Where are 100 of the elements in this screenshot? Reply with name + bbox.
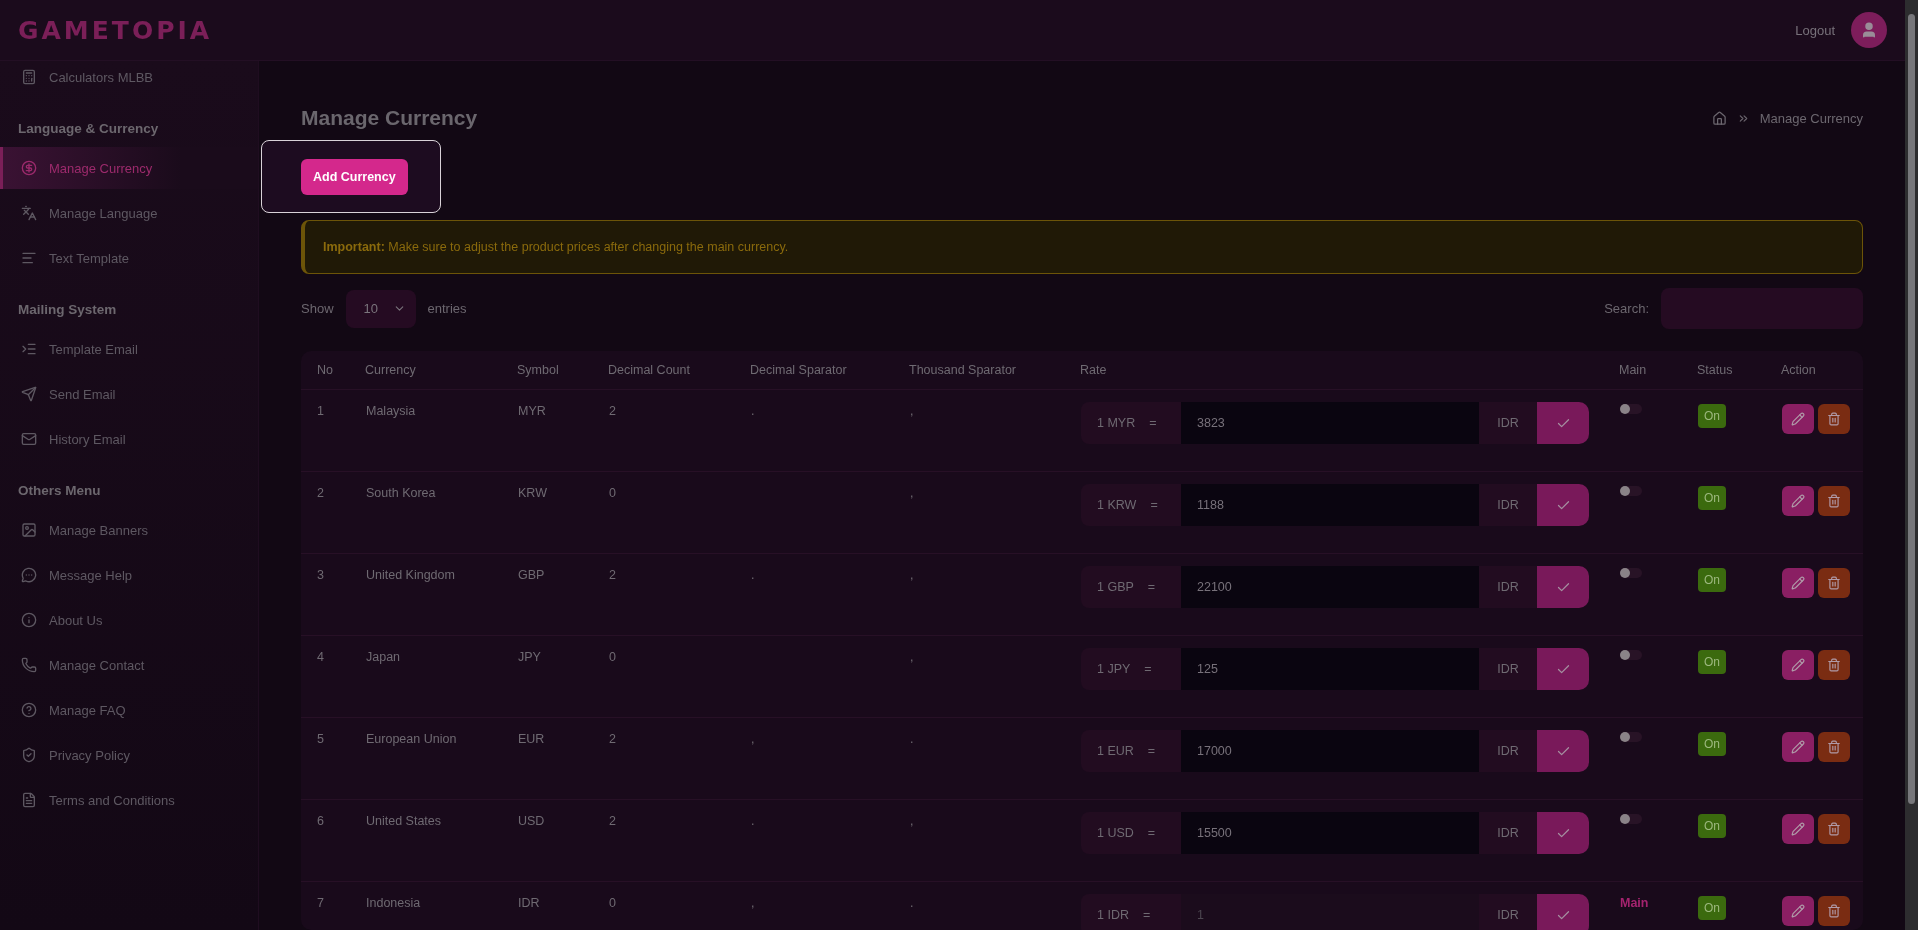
column-header: No <box>301 351 365 390</box>
target-currency: IDR <box>1479 402 1537 444</box>
pencil-icon <box>1791 576 1805 590</box>
edit-button[interactable] <box>1782 404 1814 434</box>
sidebar-item[interactable]: Manage Language <box>0 192 258 234</box>
sidebar-item[interactable]: Privacy Policy <box>0 734 258 776</box>
toggle-switch[interactable] <box>1620 486 1642 496</box>
column-header: Currency <box>365 351 517 390</box>
sidebar-item[interactable]: Template Email <box>0 328 258 370</box>
status-badge: On <box>1698 404 1726 428</box>
delete-button[interactable] <box>1818 404 1850 434</box>
delete-button[interactable] <box>1818 732 1850 762</box>
equals-sign: = <box>1149 416 1157 430</box>
trash-icon <box>1827 494 1841 508</box>
sidebar-item[interactable]: Text Template <box>0 237 258 279</box>
toggle-switch[interactable] <box>1620 650 1642 660</box>
sidebar-item[interactable]: Manage FAQ <box>0 689 258 731</box>
table-cell: 2 <box>608 717 750 800</box>
edit-button[interactable] <box>1782 568 1814 598</box>
target-currency: IDR <box>1479 894 1537 930</box>
edit-button[interactable] <box>1782 732 1814 762</box>
table-cell: KRW <box>517 471 608 554</box>
scrollbar[interactable] <box>1905 0 1918 930</box>
pencil-icon <box>1791 740 1805 754</box>
shield-icon <box>21 747 37 763</box>
user-avatar[interactable] <box>1851 12 1887 48</box>
rate-input[interactable]: 22100 <box>1181 566 1479 608</box>
pencil-icon <box>1791 822 1805 836</box>
edit-button[interactable] <box>1782 896 1814 926</box>
table-cell: 1 <box>301 389 365 472</box>
sidebar-item[interactable]: Send Email <box>0 373 258 415</box>
sidebar-item[interactable]: Calculators MLBB <box>0 61 258 98</box>
status-badge: On <box>1698 650 1726 674</box>
toggle-switch[interactable] <box>1620 814 1642 824</box>
sidebar-item[interactable]: Manage Contact <box>0 644 258 686</box>
delete-button[interactable] <box>1818 568 1850 598</box>
equals-sign: = <box>1144 662 1152 676</box>
table-cell: Japan <box>365 635 517 718</box>
target-currency: IDR <box>1479 566 1537 608</box>
toggle-switch[interactable] <box>1620 568 1642 578</box>
status-badge: On <box>1698 814 1726 838</box>
pencil-icon <box>1791 904 1805 918</box>
delete-button[interactable] <box>1818 814 1850 844</box>
table-cell: 4 <box>301 635 365 718</box>
page-size-select[interactable]: 10 <box>345 289 416 328</box>
table-cell: GBP <box>517 553 608 636</box>
toggle-switch[interactable] <box>1620 732 1642 742</box>
status-badge: On <box>1698 486 1726 510</box>
sidebar-item[interactable]: Manage Banners <box>0 509 258 551</box>
rate-unit: 1 MYR <box>1097 416 1136 430</box>
delete-button[interactable] <box>1818 486 1850 516</box>
logout-link[interactable]: Logout <box>1795 22 1835 38</box>
table-cell: , <box>750 717 909 800</box>
rate-input[interactable]: 3823 <box>1181 402 1479 444</box>
sidebar-item[interactable]: About Us <box>0 599 258 641</box>
rate-unit: 1 GBP <box>1097 580 1134 594</box>
toggle-switch[interactable] <box>1620 404 1642 414</box>
alert-message: Important: Make sure to adjust the product prices after changing the main currency. <box>301 220 1863 274</box>
sidebar-item[interactable]: Terms and Conditions <box>0 779 258 821</box>
sidebar-section-title: Others Menu <box>17 482 102 500</box>
table-cell: South Korea <box>365 471 517 554</box>
rate-unit: 1 EUR <box>1097 744 1134 758</box>
indent-list-icon <box>21 341 37 357</box>
table-cell: 0 <box>608 635 750 718</box>
table-cell: , <box>909 799 1080 882</box>
target-currency: IDR <box>1479 730 1537 772</box>
image-icon <box>21 522 37 538</box>
calculator-icon <box>21 69 37 85</box>
status-badge: On <box>1698 896 1726 920</box>
table-cell: United States <box>365 799 517 882</box>
rate-input[interactable]: 15500 <box>1181 812 1479 854</box>
add-currency-button[interactable]: Add Currency <box>301 158 408 195</box>
table-cell: European Union <box>365 717 517 800</box>
table-cell: 7 <box>301 881 365 930</box>
pencil-icon <box>1791 494 1805 508</box>
delete-button[interactable] <box>1818 650 1850 680</box>
rate-input[interactable]: 17000 <box>1181 730 1479 772</box>
sidebar-item[interactable]: Message Help <box>0 554 258 596</box>
phone-icon <box>21 657 37 673</box>
table-cell: United Kingdom <box>365 553 517 636</box>
rate-unit: 1 JPY <box>1097 662 1131 676</box>
home-icon[interactable] <box>1711 110 1727 126</box>
delete-button[interactable] <box>1818 896 1850 926</box>
equals-sign: = <box>1147 744 1156 758</box>
column-header: Rate <box>1080 351 1619 390</box>
table-cell: 5 <box>301 717 365 800</box>
table-cell: , <box>909 389 1080 472</box>
rate-input[interactable]: 125 <box>1181 648 1479 690</box>
pencil-icon <box>1791 658 1805 672</box>
table-cell: EUR <box>517 717 608 800</box>
edit-button[interactable] <box>1782 814 1814 844</box>
rate-unit: 1 USD <box>1097 826 1134 840</box>
page-title: Manage Currency <box>301 106 478 130</box>
table-cell: 0 <box>608 881 750 930</box>
edit-button[interactable] <box>1782 650 1814 680</box>
edit-button[interactable] <box>1782 486 1814 516</box>
sidebar-item[interactable]: History Email <box>0 418 258 460</box>
trash-icon <box>1827 904 1841 918</box>
table-cell: IDR <box>517 881 608 930</box>
rate-input[interactable]: 1188 <box>1181 484 1479 526</box>
